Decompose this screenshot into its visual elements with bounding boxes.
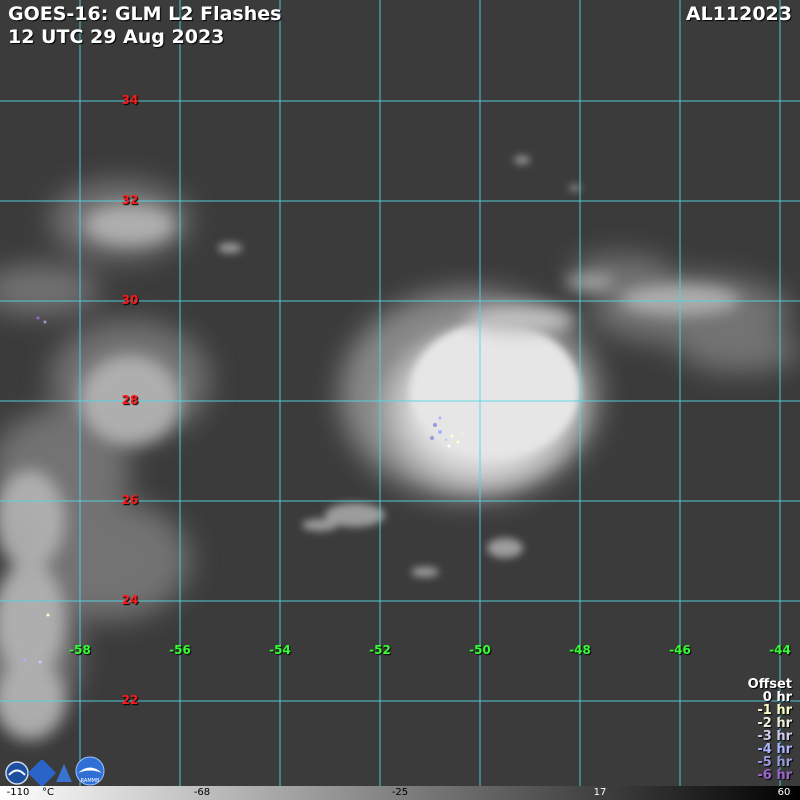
- storm-id: AL112023: [685, 3, 792, 25]
- lat-label-32: 32: [121, 193, 139, 207]
- lat-label-24: 24: [121, 593, 139, 607]
- lon-label-m54: -54: [269, 643, 291, 657]
- lon-label-m46: -46: [669, 643, 691, 657]
- svg-text:RAMMB: RAMMB: [81, 778, 100, 784]
- offset-legend: Offset 0 hr -1 hr -2 hr -3 hr -4 hr -5 hr -6 h…: [748, 678, 792, 782]
- cira-logo-icon: [27, 760, 57, 786]
- datetime-label: 12 UTC 29 Aug 2023: [8, 26, 225, 48]
- lat-label-30: 30: [121, 293, 139, 307]
- ramm-logo-icon: RAMMB: [75, 756, 105, 786]
- satellite-image: [0, 0, 800, 800]
- noaa-logo-icon: [5, 761, 29, 785]
- lat-label-22: 22: [121, 693, 139, 707]
- product-title: GOES-16: GLM L2 Flashes: [8, 3, 282, 25]
- lon-label-m52: -52: [369, 643, 391, 657]
- lat-label-34: 34: [121, 93, 139, 107]
- lon-label-m48: -48: [569, 643, 591, 657]
- colorbar-label: °C: [42, 787, 54, 798]
- csu-logo-icon: [56, 764, 72, 782]
- lon-label-m58: -58: [69, 643, 91, 657]
- lon-label-m56: -56: [169, 643, 191, 657]
- colorbar-label: -110: [6, 787, 30, 798]
- colorbar-label: -25: [391, 787, 409, 798]
- lon-label-m50: -50: [469, 643, 491, 657]
- lat-label-26: 26: [121, 493, 139, 507]
- offset-item: -6 hr: [757, 768, 792, 783]
- colorbar-label: -68: [193, 787, 211, 798]
- colorbar-label: 17: [593, 787, 607, 798]
- colorbar-label: 60: [777, 787, 791, 798]
- lon-label-m44: -44: [769, 643, 791, 657]
- lat-label-28: 28: [121, 393, 139, 407]
- agency-logos: [5, 760, 72, 786]
